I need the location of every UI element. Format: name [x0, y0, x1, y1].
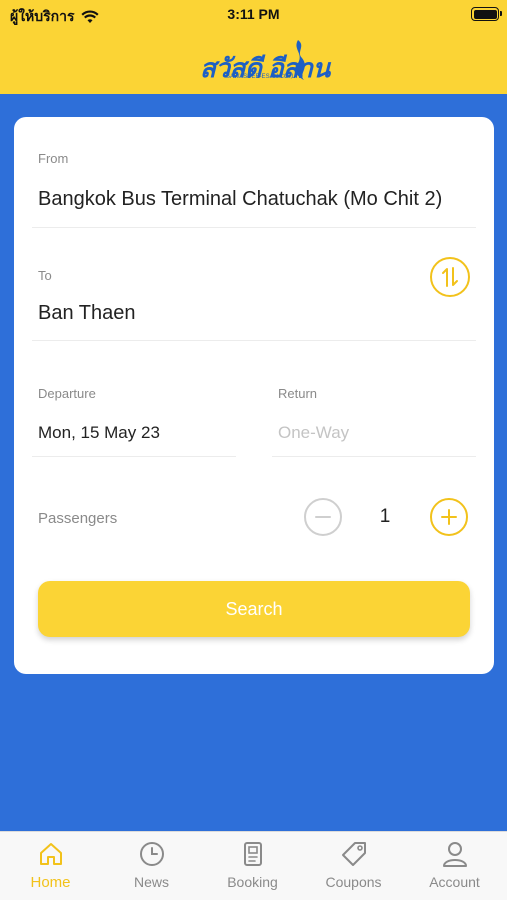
user-icon [442, 842, 467, 867]
logo-flame-icon [294, 40, 305, 80]
tab-label: Home [30, 874, 71, 891]
tag-icon [341, 842, 366, 866]
tab-news[interactable]: News [101, 832, 202, 900]
increase-passengers-button[interactable] [430, 498, 468, 536]
to-label: To [38, 268, 52, 283]
tab-label: Coupons [325, 874, 382, 890]
logo-text: สวัสดี อีสาน [200, 53, 330, 83]
clock-icon [139, 842, 164, 866]
tab-label: Booking [227, 874, 278, 890]
tab-bar: Home News Booking Coupons Account [0, 831, 507, 900]
minus-icon [315, 516, 331, 518]
status-bar: ผู้ให้บริการ 3:11 PM [0, 0, 507, 30]
home-icon [39, 843, 62, 865]
to-field[interactable]: Ban Thaen [38, 302, 136, 325]
from-field[interactable]: Bangkok Bus Terminal Chatuchak (Mo Chit … [38, 188, 442, 211]
tab-label: Account [429, 874, 480, 890]
plus-icon [441, 509, 457, 525]
ticket-icon [243, 842, 262, 866]
return-label: Return [278, 386, 318, 401]
from-label: From [38, 151, 69, 166]
passenger-count: 1 [379, 506, 391, 527]
app-header: ผู้ให้บริการ 3:11 PM สวัสดี อีสาน SAWASD… [0, 0, 507, 94]
swap-arrows-icon [442, 267, 458, 287]
divider [32, 340, 476, 341]
passengers-label: Passengers [38, 510, 118, 527]
tab-booking[interactable]: Booking [202, 832, 303, 900]
departure-label: Departure [38, 386, 96, 401]
tab-account[interactable]: Account [404, 832, 505, 900]
search-button[interactable]: Search [38, 581, 470, 637]
divider [32, 456, 236, 457]
battery-icon [471, 7, 502, 21]
status-time: 3:11 PM [227, 6, 280, 22]
brand-logo: สวัสดี อีสาน SAWASDEE-ESAN CO.,LTD [196, 34, 330, 86]
swap-button[interactable] [430, 257, 470, 297]
divider [32, 227, 476, 228]
tab-label: News [133, 874, 169, 890]
tab-home[interactable]: Home [0, 832, 101, 900]
tab-coupons[interactable]: Coupons [303, 832, 404, 900]
return-date-field[interactable]: One-Way [278, 423, 349, 443]
divider [272, 456, 476, 457]
search-card: From Bangkok Bus Terminal Chatuchak (Mo … [14, 117, 494, 674]
decrease-passengers-button[interactable] [304, 498, 342, 536]
departure-date-field[interactable]: Mon, 15 May 23 [38, 423, 160, 443]
